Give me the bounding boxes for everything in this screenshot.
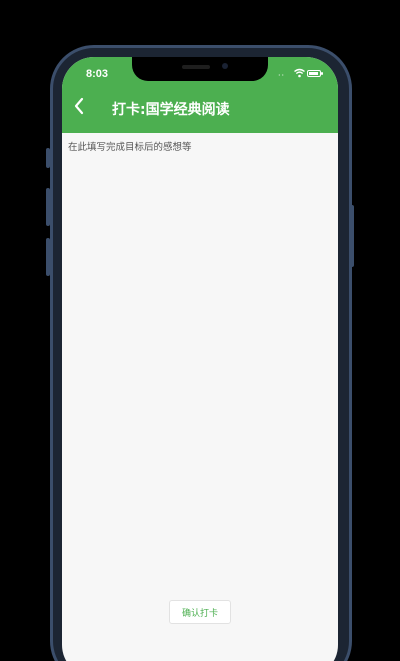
notch	[132, 57, 268, 81]
feeling-input[interactable]	[68, 139, 330, 579]
back-button[interactable]	[70, 96, 90, 116]
speaker-grille	[182, 65, 210, 69]
battery-icon	[307, 70, 323, 77]
app-screen: 8:03 ·· 打卡:国学经典阅读 在此填写完成目标后的感想等 确认打卡	[62, 57, 338, 661]
device-frame: 8:03 ·· 打卡:国学经典阅读 在此填写完成目标后的感想等 确认打卡	[0, 0, 400, 661]
wifi-icon	[294, 68, 305, 78]
header-bar: 8:03 ·· 打卡:国学经典阅读	[62, 57, 338, 133]
status-time: 8:03	[86, 68, 109, 80]
chevron-left-icon	[74, 97, 84, 115]
page-title: 打卡:国学经典阅读	[112, 102, 230, 118]
confirm-checkin-button[interactable]: 确认打卡	[169, 600, 231, 624]
status-icons: ··	[276, 67, 326, 81]
signal-icon: ··	[278, 71, 286, 80]
camera-icon	[222, 63, 228, 69]
